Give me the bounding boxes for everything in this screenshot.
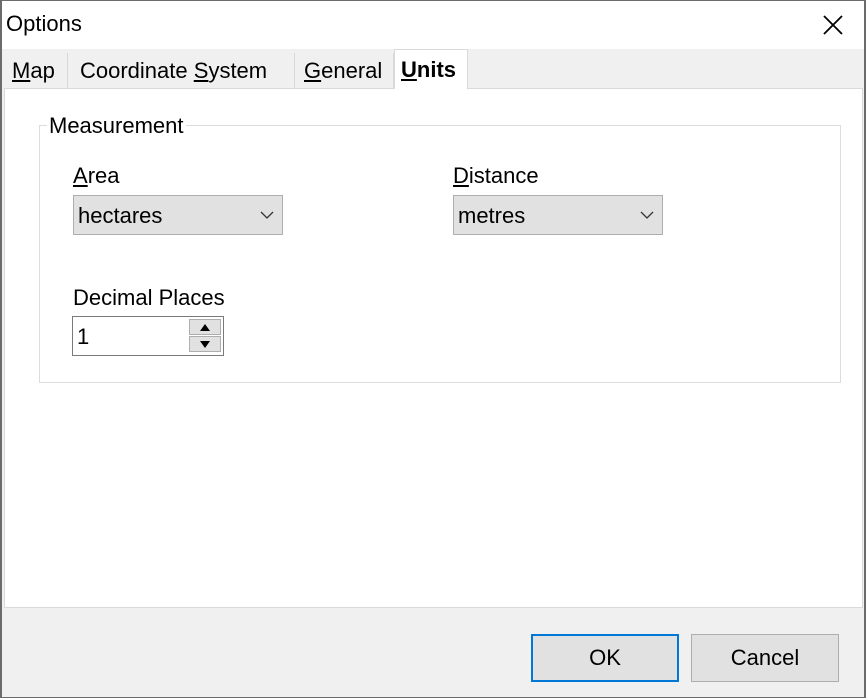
spin-up-button[interactable] xyxy=(189,319,221,335)
chevron-down-icon xyxy=(260,211,274,219)
close-icon xyxy=(823,15,843,35)
title-bar: Options xyxy=(2,1,864,49)
area-dropdown[interactable]: hectares xyxy=(73,195,283,235)
close-button[interactable] xyxy=(802,1,864,49)
area-label: Area xyxy=(73,163,120,188)
options-dialog: Options Map Coordinate System General Un… xyxy=(0,0,866,698)
units-tab-panel: Measurement Area hectares Distance metre… xyxy=(4,88,863,608)
spin-down-button[interactable] xyxy=(189,336,221,352)
tab-units[interactable]: Units xyxy=(394,49,468,89)
cancel-button[interactable]: Cancel xyxy=(691,634,839,682)
distance-selected-value: metres xyxy=(458,203,526,228)
ok-button[interactable]: OK xyxy=(531,634,679,682)
chevron-down-icon xyxy=(640,211,654,219)
tab-general[interactable]: General xyxy=(296,53,394,88)
tab-coordinate-system[interactable]: Coordinate System xyxy=(72,53,295,88)
tab-map[interactable]: Map xyxy=(4,53,68,88)
distance-dropdown[interactable]: metres xyxy=(453,195,663,235)
decimal-places-value[interactable]: 1 xyxy=(77,324,89,350)
decimal-places-spinbox[interactable]: 1 xyxy=(72,316,224,356)
tab-strip: Map Coordinate System General Units xyxy=(2,49,864,89)
measurement-group-title: Measurement xyxy=(47,113,186,138)
distance-label: Distance xyxy=(453,163,539,188)
arrow-down-icon xyxy=(200,340,210,348)
area-selected-value: hectares xyxy=(78,203,163,228)
arrow-up-icon xyxy=(200,323,210,331)
dialog-title: Options xyxy=(6,11,82,36)
decimal-places-label: Decimal Places xyxy=(73,285,225,310)
dialog-footer: OK Cancel xyxy=(2,608,864,697)
